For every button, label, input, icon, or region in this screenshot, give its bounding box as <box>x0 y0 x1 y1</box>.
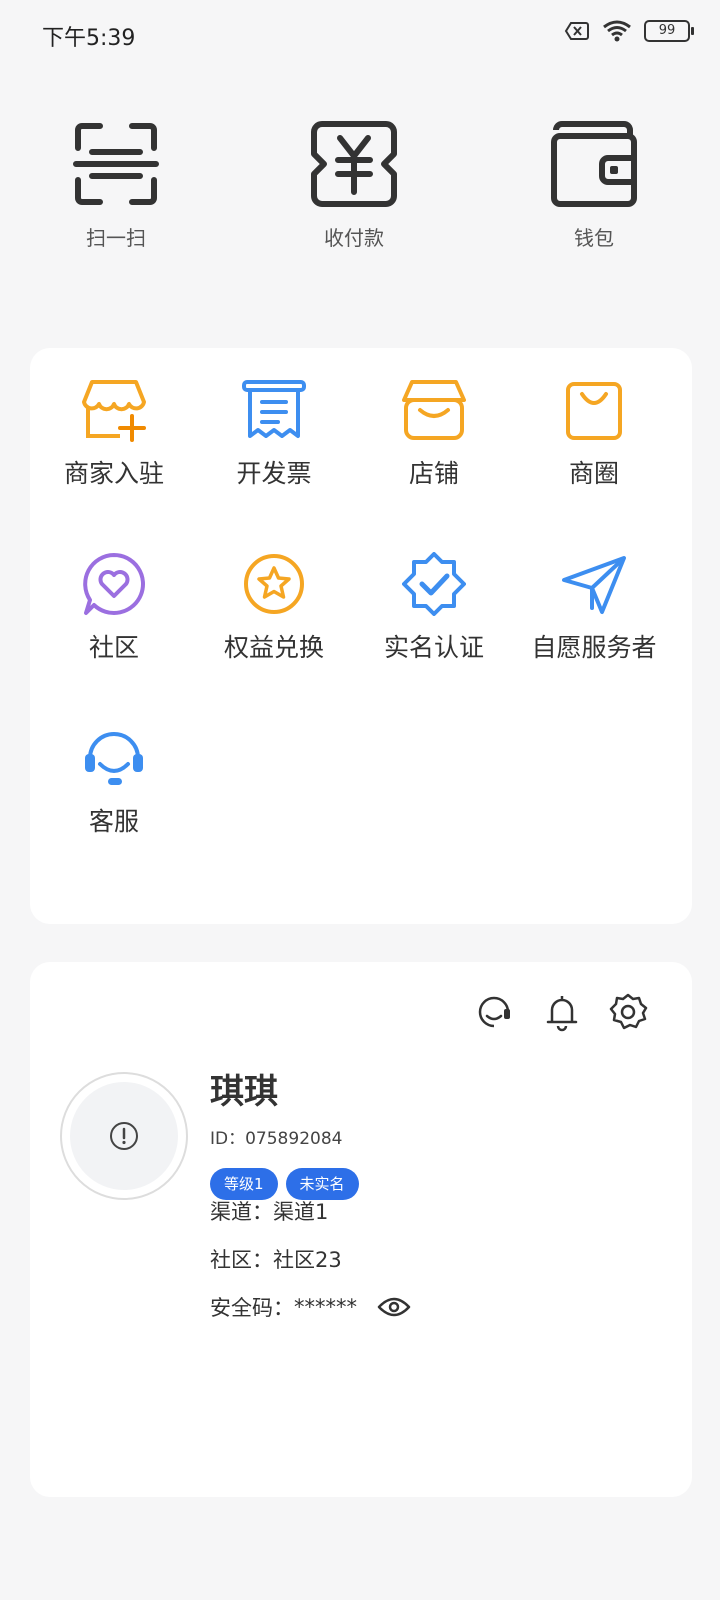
scan-button[interactable]: 扫一扫 <box>46 120 186 251</box>
channel-value: 渠道1 <box>273 1200 329 1224</box>
store-add-icon <box>82 380 146 442</box>
wifi-icon <box>603 20 631 42</box>
community-label: 社区： <box>210 1248 273 1272</box>
user-name: 琪琪 <box>210 1072 278 1112</box>
scan-label: 扫一扫 <box>86 226 146 250</box>
wallet-icon <box>551 121 637 207</box>
service-label: 实名认证 <box>383 633 484 662</box>
headset-icon <box>85 732 143 785</box>
sim-off-icon <box>564 22 589 40</box>
status-time: 下午5:39 <box>42 26 136 51</box>
wallet-button[interactable]: 钱包 <box>524 120 664 251</box>
wallet-label: 钱包 <box>574 226 614 250</box>
community-row: 社区： 社区23 <box>210 1244 342 1274</box>
receipt-icon <box>242 380 306 438</box>
service-label: 店铺 <box>408 459 459 488</box>
bell-icon[interactable] <box>542 992 582 1032</box>
security-code-row: 安全码： ****** <box>210 1292 411 1322</box>
heart-chat-icon <box>83 553 145 615</box>
service-label: 开发票 <box>236 459 312 488</box>
service-label: 客服 <box>88 807 139 836</box>
star-badge-icon <box>244 554 304 614</box>
paper-plane-icon <box>562 556 626 614</box>
user-id: ID：075892084 <box>210 1124 342 1149</box>
battery-indicator: 99 <box>644 20 694 42</box>
user-id-value: 075892084 <box>245 1129 343 1149</box>
verified-badge-icon <box>402 552 466 616</box>
alert-circle-icon <box>110 1122 138 1150</box>
payment-button[interactable]: 收付款 <box>284 120 424 251</box>
service-label: 权益兑换 <box>223 633 324 662</box>
service-real-name[interactable]: 实名认证 <box>352 552 516 664</box>
service-rights-exchange[interactable]: 权益兑换 <box>192 552 356 664</box>
status-icons: 99 <box>564 20 694 42</box>
shopping-bag-icon <box>566 382 622 440</box>
service-label: 商圈 <box>568 459 619 488</box>
service-community[interactable]: 社区 <box>32 552 196 664</box>
status-bar: 下午5:39 99 <box>0 0 720 70</box>
channel-row: 渠道： 渠道1 <box>210 1196 328 1226</box>
profile-card: 琪琪 ID：075892084 等级1 未实名 渠道： 渠道1 社区： 社区23 安… <box>30 962 692 1497</box>
payment-label: 收付款 <box>324 226 384 250</box>
service-business-circle[interactable]: 商圈 <box>512 378 676 490</box>
yuan-payment-icon <box>311 121 397 207</box>
security-code-value: ****** <box>294 1295 357 1319</box>
security-code-label: 安全码： <box>210 1296 294 1320</box>
service-label: 商家入驻 <box>63 459 164 488</box>
service-shop[interactable]: 店铺 <box>352 378 516 490</box>
user-id-label: ID： <box>210 1129 246 1149</box>
services-card: 商家入驻 开发票 店铺 商圈 社区 权益兑换 实名认证 自愿服务者 客服 <box>30 348 692 924</box>
service-customer-service[interactable]: 客服 <box>32 726 196 838</box>
service-invoice[interactable]: 开发票 <box>192 378 356 490</box>
service-label: 自愿服务者 <box>531 633 657 662</box>
channel-label: 渠道： <box>210 1200 273 1224</box>
shop-icon <box>402 380 466 440</box>
community-value: 社区23 <box>273 1248 342 1272</box>
service-label: 社区 <box>88 633 139 662</box>
eye-icon[interactable] <box>377 1295 411 1319</box>
service-merchant-join[interactable]: 商家入驻 <box>32 378 196 490</box>
quick-actions: 扫一扫 收付款 钱包 <box>0 120 720 280</box>
avatar[interactable] <box>60 1072 188 1200</box>
customer-service-icon[interactable] <box>474 992 514 1032</box>
scan-icon <box>73 123 159 205</box>
gear-icon[interactable] <box>608 992 648 1032</box>
avatar-placeholder <box>70 1082 178 1190</box>
service-volunteer[interactable]: 自愿服务者 <box>512 552 676 664</box>
